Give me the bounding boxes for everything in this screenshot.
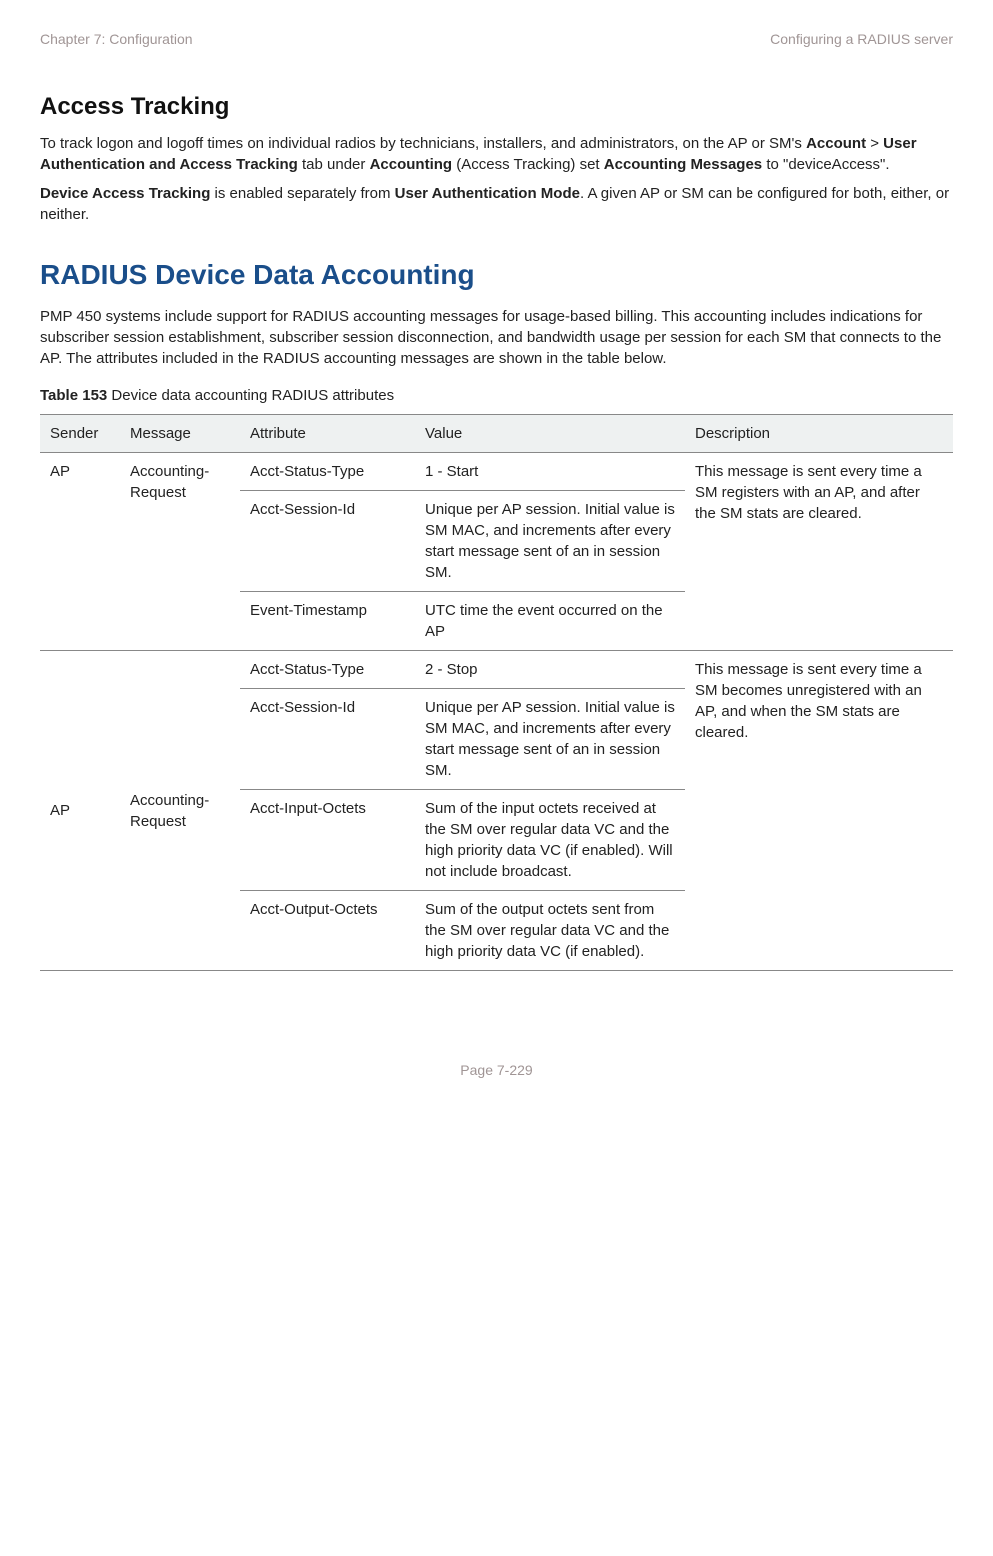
bold-user-auth-mode: User Authentication Mode (395, 185, 580, 202)
cell-value: Sum of the input octets received at the … (415, 790, 685, 891)
paragraph-access-tracking-2: Device Access Tracking is enabled separa… (40, 183, 953, 225)
page-footer: Page 7-229 (40, 1061, 953, 1081)
bold-accounting: Accounting (370, 156, 453, 173)
col-header-sender: Sender (40, 415, 120, 453)
cell-value: 1 - Start (415, 453, 685, 491)
text: To track logon and logoff times on indiv… (40, 135, 806, 152)
paragraph-access-tracking-1: To track logon and logoff times on indiv… (40, 133, 953, 175)
header-chapter: Chapter 7: Configuration (40, 30, 193, 50)
cell-attribute: Acct-Session-Id (240, 491, 415, 592)
cell-description: This message is sent every time a SM bec… (685, 651, 953, 971)
text: tab under (298, 156, 370, 173)
text: (Access Tracking) set (452, 156, 604, 173)
cell-attribute: Event-Timestamp (240, 592, 415, 651)
bold-device-access-tracking: Device Access Tracking (40, 185, 210, 202)
cell-sender: AP (40, 453, 120, 651)
cell-value: UTC time the event occurred on the AP (415, 592, 685, 651)
table-row: AP Accounting-Request Acct-Status-Type 2… (40, 651, 953, 689)
bold-account: Account (806, 135, 866, 152)
cell-attribute: Acct-Status-Type (240, 453, 415, 491)
cell-description: This message is sent every time a SM reg… (685, 453, 953, 651)
header-topic: Configuring a RADIUS server (770, 30, 953, 50)
cell-attribute: Acct-Output-Octets (240, 891, 415, 971)
table-caption: Table 153 Device data accounting RADIUS … (40, 385, 953, 406)
cell-attribute: Acct-Session-Id (240, 689, 415, 790)
heading-access-tracking: Access Tracking (40, 90, 953, 124)
table-number: Table 153 (40, 387, 107, 404)
cell-attribute: Acct-Status-Type (240, 651, 415, 689)
cell-value: 2 - Stop (415, 651, 685, 689)
cell-message: Accounting-Request (120, 651, 240, 971)
table-title: Device data accounting RADIUS attributes (107, 387, 394, 404)
cell-value: Unique per AP session. Initial value is … (415, 491, 685, 592)
col-header-attribute: Attribute (240, 415, 415, 453)
page-header: Chapter 7: Configuration Configuring a R… (40, 30, 953, 50)
cell-attribute: Acct-Input-Octets (240, 790, 415, 891)
text: is enabled separately from (210, 185, 394, 202)
col-header-value: Value (415, 415, 685, 453)
bold-accounting-messages: Accounting Messages (604, 156, 762, 173)
col-header-message: Message (120, 415, 240, 453)
heading-radius-accounting: RADIUS Device Data Accounting (40, 255, 953, 294)
cell-message: Accounting-Request (120, 453, 240, 651)
table-header-row: Sender Message Attribute Value Descripti… (40, 415, 953, 453)
cell-value: Unique per AP session. Initial value is … (415, 689, 685, 790)
radius-attributes-table: Sender Message Attribute Value Descripti… (40, 414, 953, 971)
cell-value: Sum of the output octets sent from the S… (415, 891, 685, 971)
paragraph-radius-accounting: PMP 450 systems include support for RADI… (40, 306, 953, 369)
col-header-description: Description (685, 415, 953, 453)
text: > (866, 135, 883, 152)
text: to "deviceAccess". (762, 156, 889, 173)
cell-sender: AP (40, 651, 120, 971)
table-row: AP Accounting-Request Acct-Status-Type 1… (40, 453, 953, 491)
